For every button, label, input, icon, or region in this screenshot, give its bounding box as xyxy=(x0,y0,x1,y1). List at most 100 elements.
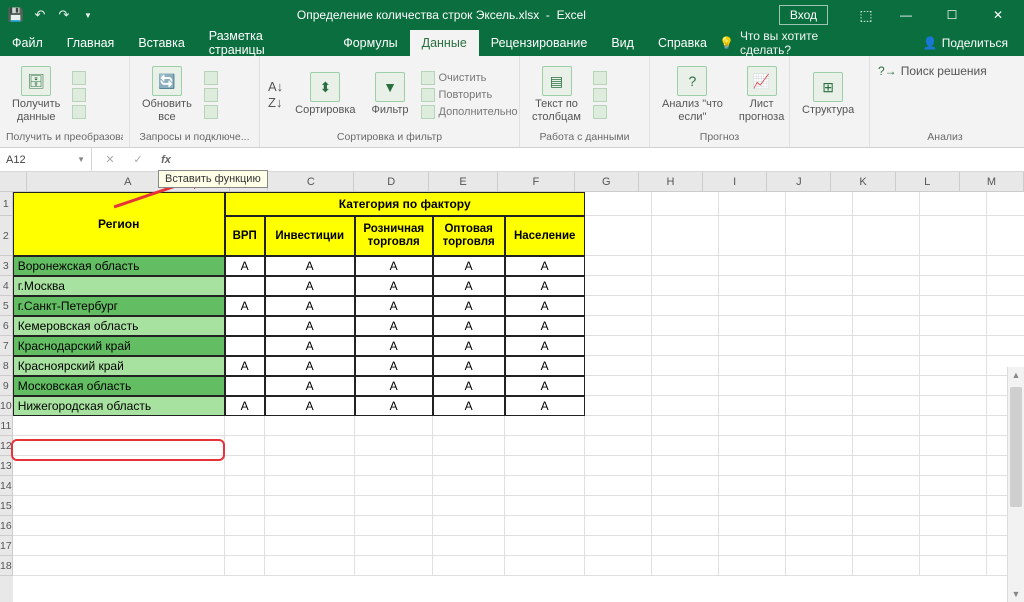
data-cell[interactable]: А xyxy=(505,316,585,336)
cell[interactable] xyxy=(786,376,853,396)
data-cell[interactable]: А xyxy=(265,276,355,296)
cell[interactable] xyxy=(920,316,987,336)
redo-icon[interactable]: ↷ xyxy=(56,7,72,23)
column-header[interactable]: L xyxy=(896,172,960,191)
data-cell[interactable]: А xyxy=(433,276,505,296)
cell[interactable] xyxy=(786,356,853,376)
cell[interactable] xyxy=(853,516,920,536)
login-button[interactable]: Вход xyxy=(779,5,828,25)
cell[interactable] xyxy=(652,376,719,396)
data-cell[interactable]: А xyxy=(505,276,585,296)
cell[interactable] xyxy=(225,416,265,436)
cell[interactable] xyxy=(719,296,786,316)
cell[interactable] xyxy=(987,336,1024,356)
region-name[interactable]: Кемеровская область xyxy=(13,316,225,336)
cell[interactable] xyxy=(652,356,719,376)
sort-az-icon[interactable]: A↓ xyxy=(268,79,283,94)
cell[interactable] xyxy=(652,256,719,276)
cell[interactable] xyxy=(265,556,355,576)
formula-input[interactable] xyxy=(184,148,1024,171)
cell[interactable] xyxy=(505,416,585,436)
name-box[interactable]: A12▼ xyxy=(0,148,92,171)
clear-filter-button[interactable]: Очистить xyxy=(421,71,518,85)
cell[interactable] xyxy=(719,436,786,456)
cell[interactable] xyxy=(225,496,265,516)
cell[interactable] xyxy=(652,496,719,516)
region-name[interactable]: Московская область xyxy=(13,376,225,396)
cell[interactable] xyxy=(920,476,987,496)
subheader[interactable]: Розничная торговля xyxy=(355,216,433,256)
data-cell[interactable]: А xyxy=(355,336,433,356)
tab-insert[interactable]: Вставка xyxy=(126,30,196,56)
forecast-sheet-button[interactable]: 📈 Лист прогноза xyxy=(735,64,788,125)
cell[interactable] xyxy=(505,516,585,536)
tab-home[interactable]: Главная xyxy=(55,30,127,56)
cell[interactable] xyxy=(13,456,225,476)
data-cell[interactable]: А xyxy=(265,376,355,396)
row-header[interactable]: 1 xyxy=(0,192,13,216)
data-cell[interactable]: А xyxy=(225,356,265,376)
row-header[interactable]: 4 xyxy=(0,276,13,296)
cell[interactable] xyxy=(786,192,853,216)
cell[interactable] xyxy=(585,456,652,476)
data-cell[interactable]: А xyxy=(225,396,265,416)
cell[interactable] xyxy=(265,476,355,496)
from-web-button[interactable] xyxy=(72,88,86,102)
cell[interactable] xyxy=(585,356,652,376)
scroll-down-icon[interactable]: ▼ xyxy=(1008,586,1024,602)
data-cell[interactable]: А xyxy=(505,356,585,376)
cell[interactable] xyxy=(225,516,265,536)
tell-me-search[interactable]: 💡 Что вы хотите сделать? xyxy=(719,29,865,57)
close-button[interactable]: ✕ xyxy=(976,0,1020,30)
cell[interactable] xyxy=(920,256,987,276)
region-name[interactable]: Нижегородская область xyxy=(13,396,225,416)
cell[interactable] xyxy=(853,256,920,276)
cell[interactable] xyxy=(652,456,719,476)
data-cell[interactable]: А xyxy=(505,256,585,276)
cell[interactable] xyxy=(13,496,225,516)
cell[interactable] xyxy=(652,336,719,356)
cell[interactable] xyxy=(920,536,987,556)
cell[interactable] xyxy=(719,516,786,536)
row-header[interactable]: 11 xyxy=(0,416,13,436)
data-cell[interactable]: А xyxy=(265,256,355,276)
cell[interactable] xyxy=(652,192,719,216)
tab-formulas[interactable]: Формулы xyxy=(331,30,409,56)
cell[interactable] xyxy=(786,276,853,296)
data-cell[interactable]: А xyxy=(225,256,265,276)
cell[interactable] xyxy=(719,336,786,356)
cell[interactable] xyxy=(585,516,652,536)
region-name[interactable]: Воронежская область xyxy=(13,256,225,276)
cell[interactable] xyxy=(786,336,853,356)
column-header[interactable]: K xyxy=(831,172,895,191)
cell[interactable] xyxy=(920,376,987,396)
cell[interactable] xyxy=(265,516,355,536)
cell[interactable] xyxy=(719,376,786,396)
properties-button[interactable] xyxy=(204,88,218,102)
solver-button[interactable]: ?→ Поиск решения xyxy=(878,64,987,78)
cell[interactable] xyxy=(652,436,719,456)
cell[interactable] xyxy=(920,336,987,356)
data-cell[interactable] xyxy=(225,276,265,296)
cell[interactable] xyxy=(225,556,265,576)
cell[interactable] xyxy=(920,556,987,576)
data-cell[interactable]: А xyxy=(505,376,585,396)
cell[interactable] xyxy=(719,416,786,436)
cell[interactable] xyxy=(505,556,585,576)
category-header[interactable]: Категория по фактору xyxy=(225,192,585,216)
cell[interactable] xyxy=(719,216,786,256)
subheader[interactable]: Население xyxy=(505,216,585,256)
data-cell[interactable]: А xyxy=(433,376,505,396)
column-header[interactable]: H xyxy=(639,172,703,191)
cell[interactable] xyxy=(719,536,786,556)
cell[interactable] xyxy=(719,456,786,476)
cell[interactable] xyxy=(786,316,853,336)
data-cell[interactable]: А xyxy=(355,376,433,396)
subheader[interactable]: Инвестиции xyxy=(265,216,355,256)
minimize-button[interactable]: — xyxy=(884,0,928,30)
row-header[interactable]: 13 xyxy=(0,456,13,476)
cell[interactable] xyxy=(652,476,719,496)
tab-help[interactable]: Справка xyxy=(646,30,719,56)
data-cell[interactable]: А xyxy=(265,316,355,336)
cell[interactable] xyxy=(505,476,585,496)
